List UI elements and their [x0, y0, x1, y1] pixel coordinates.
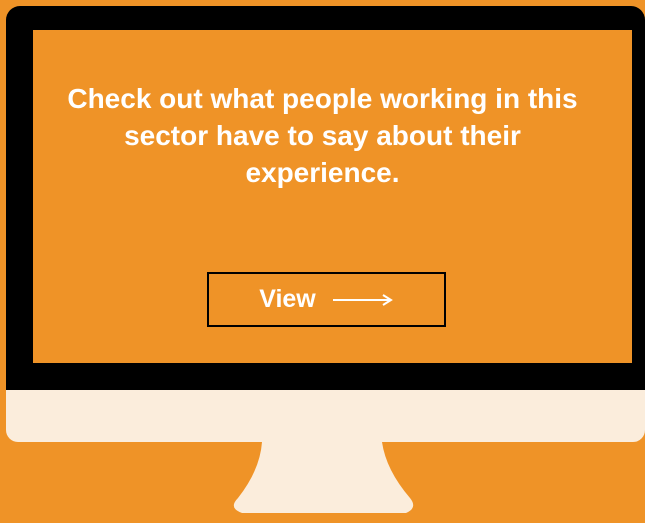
- page: { "colors": { "background": "#ef9327", "…: [0, 0, 645, 523]
- monitor-bezel: [6, 6, 645, 390]
- monitor-chin: [6, 390, 645, 442]
- headline: Check out what people working in this se…: [67, 83, 578, 188]
- view-button[interactable]: View: [207, 272, 446, 327]
- long-arrow-right-icon: [332, 293, 393, 306]
- view-button-label: View: [259, 285, 316, 313]
- monitor-illustration: [6, 6, 645, 442]
